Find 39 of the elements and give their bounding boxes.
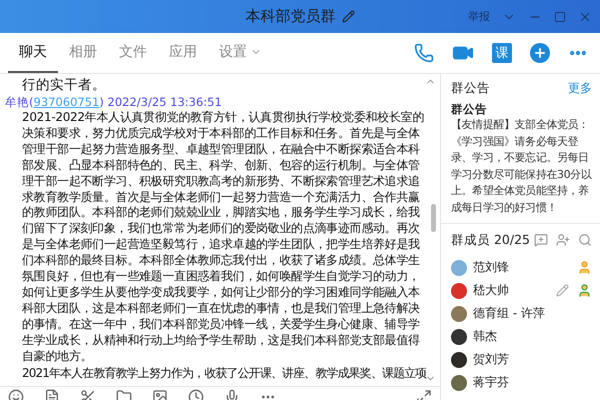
message-plus-icon[interactable] — [534, 233, 548, 247]
section-title: 群公告 — [451, 80, 490, 96]
member-name[interactable]: 德育组 - 许萍 — [473, 305, 545, 322]
message-time: ) 2022/3/25 13:36:51 — [99, 94, 222, 110]
scrollbar-thumb[interactable] — [431, 204, 436, 232]
section-title: 群成员 20/25 — [451, 232, 530, 248]
message-text: 行的实干者。 — [21, 77, 107, 94]
sender-name: 牟艳( — [5, 94, 34, 110]
owner-person-icon — [577, 260, 592, 275]
avatar[interactable] — [451, 328, 467, 344]
notice-title: 群公告 — [451, 101, 488, 117]
report-link[interactable]: 举报 — [468, 9, 490, 24]
tab[interactable]: 相册 — [58, 33, 108, 73]
member-name[interactable]: 蒋宇芬 — [473, 374, 509, 391]
member-name[interactable]: 贺刘芳 — [473, 351, 509, 368]
sender-id-link[interactable]: 937060751 — [34, 94, 100, 110]
member-name[interactable]: 韩杰 — [473, 328, 497, 345]
avatar[interactable] — [451, 352, 467, 368]
tab[interactable]: 应用 — [158, 33, 208, 73]
tab[interactable]: 设置 — [208, 33, 273, 73]
lesson-button[interactable]: 课 — [492, 43, 512, 63]
add-button[interactable] — [530, 43, 550, 63]
tab[interactable]: 聊天 — [8, 33, 58, 73]
admin-person-icon — [577, 283, 592, 298]
member-name[interactable]: 范刘锋 — [473, 259, 509, 276]
plus-icon — [533, 46, 547, 60]
search-icon[interactable] — [578, 233, 592, 247]
edit-icon[interactable] — [556, 284, 569, 297]
phone-call-icon[interactable] — [414, 43, 434, 63]
tab[interactable]: 文件 — [108, 33, 158, 73]
edit-icon[interactable] — [342, 10, 354, 23]
window-title: 本科部党员群 — [246, 7, 336, 26]
maximize-icon[interactable] — [554, 10, 566, 22]
member-name[interactable]: 嵇大帅 — [473, 282, 509, 299]
message-text: 2021年本人在教育教学上努力作为，收获了公开课、讲座、教学成果奖、课题立项 — [22, 364, 426, 380]
notice-text: 【友情提醒】支部全体党员：《学习强国》请务必每天登录、学习，不要忘记。另每日学习分数尽可能保持在30分以上。希望全体党员能坚持，养成每日学习的好习惯！ — [451, 117, 592, 216]
more-link[interactable]: 更多 — [568, 80, 592, 96]
message-text: 2021-2022年本人认真贯彻党的教育方针，认真贯彻执行学校党委和校长室的决策和要求，努力优质完成学校对于本科部的工作目标和任务。首先是与全体管理干部一起努力营造服务型、卓越型管理团队，在融合中不断探索适合本科部发展、凸显本科部特色的、民主、科学、创新、包容的运行机制。与全体管理干部一起不断学习、积极研究职教高考的新形势、不断探索管理艺术追求追求教育教学质量。首次是与全体老师们一起努力营造一个充满活力、合作共赢的教师团队。本科部的老师们兢兢业业，脚踏实地，服务学生学习成长，给我们留下了深刻印象，我们也常常为老师们的爱岗敬业的点滴事迹而感动。再次是与全体老师们一起营造坚毅笃行，追求卓越的学生团队，把学生培养好是我们本科部的最终目标。本科部全体教师忘我付出，收获了诸多成绩。总体学生氛围良好，但也有一些难题一直困惑着我们，如何唤醒学生自觉学习的动力，如何让更多学生从要他学变成我要学，如何让少部分的学习困难同学能融入本科部大团队，这是本科部老师们一直在忧虑的事情，也是我们管理上急待解决的事情。在这一年中，我们本科部党员冲锋一线，关爱学生身心健康、辅导学生学业成长，从精神和行动上均给予学生帮助，这是我们本科部党支部最值得自豪的地方。 — [22, 110, 426, 364]
add-member-icon[interactable] — [556, 233, 570, 247]
